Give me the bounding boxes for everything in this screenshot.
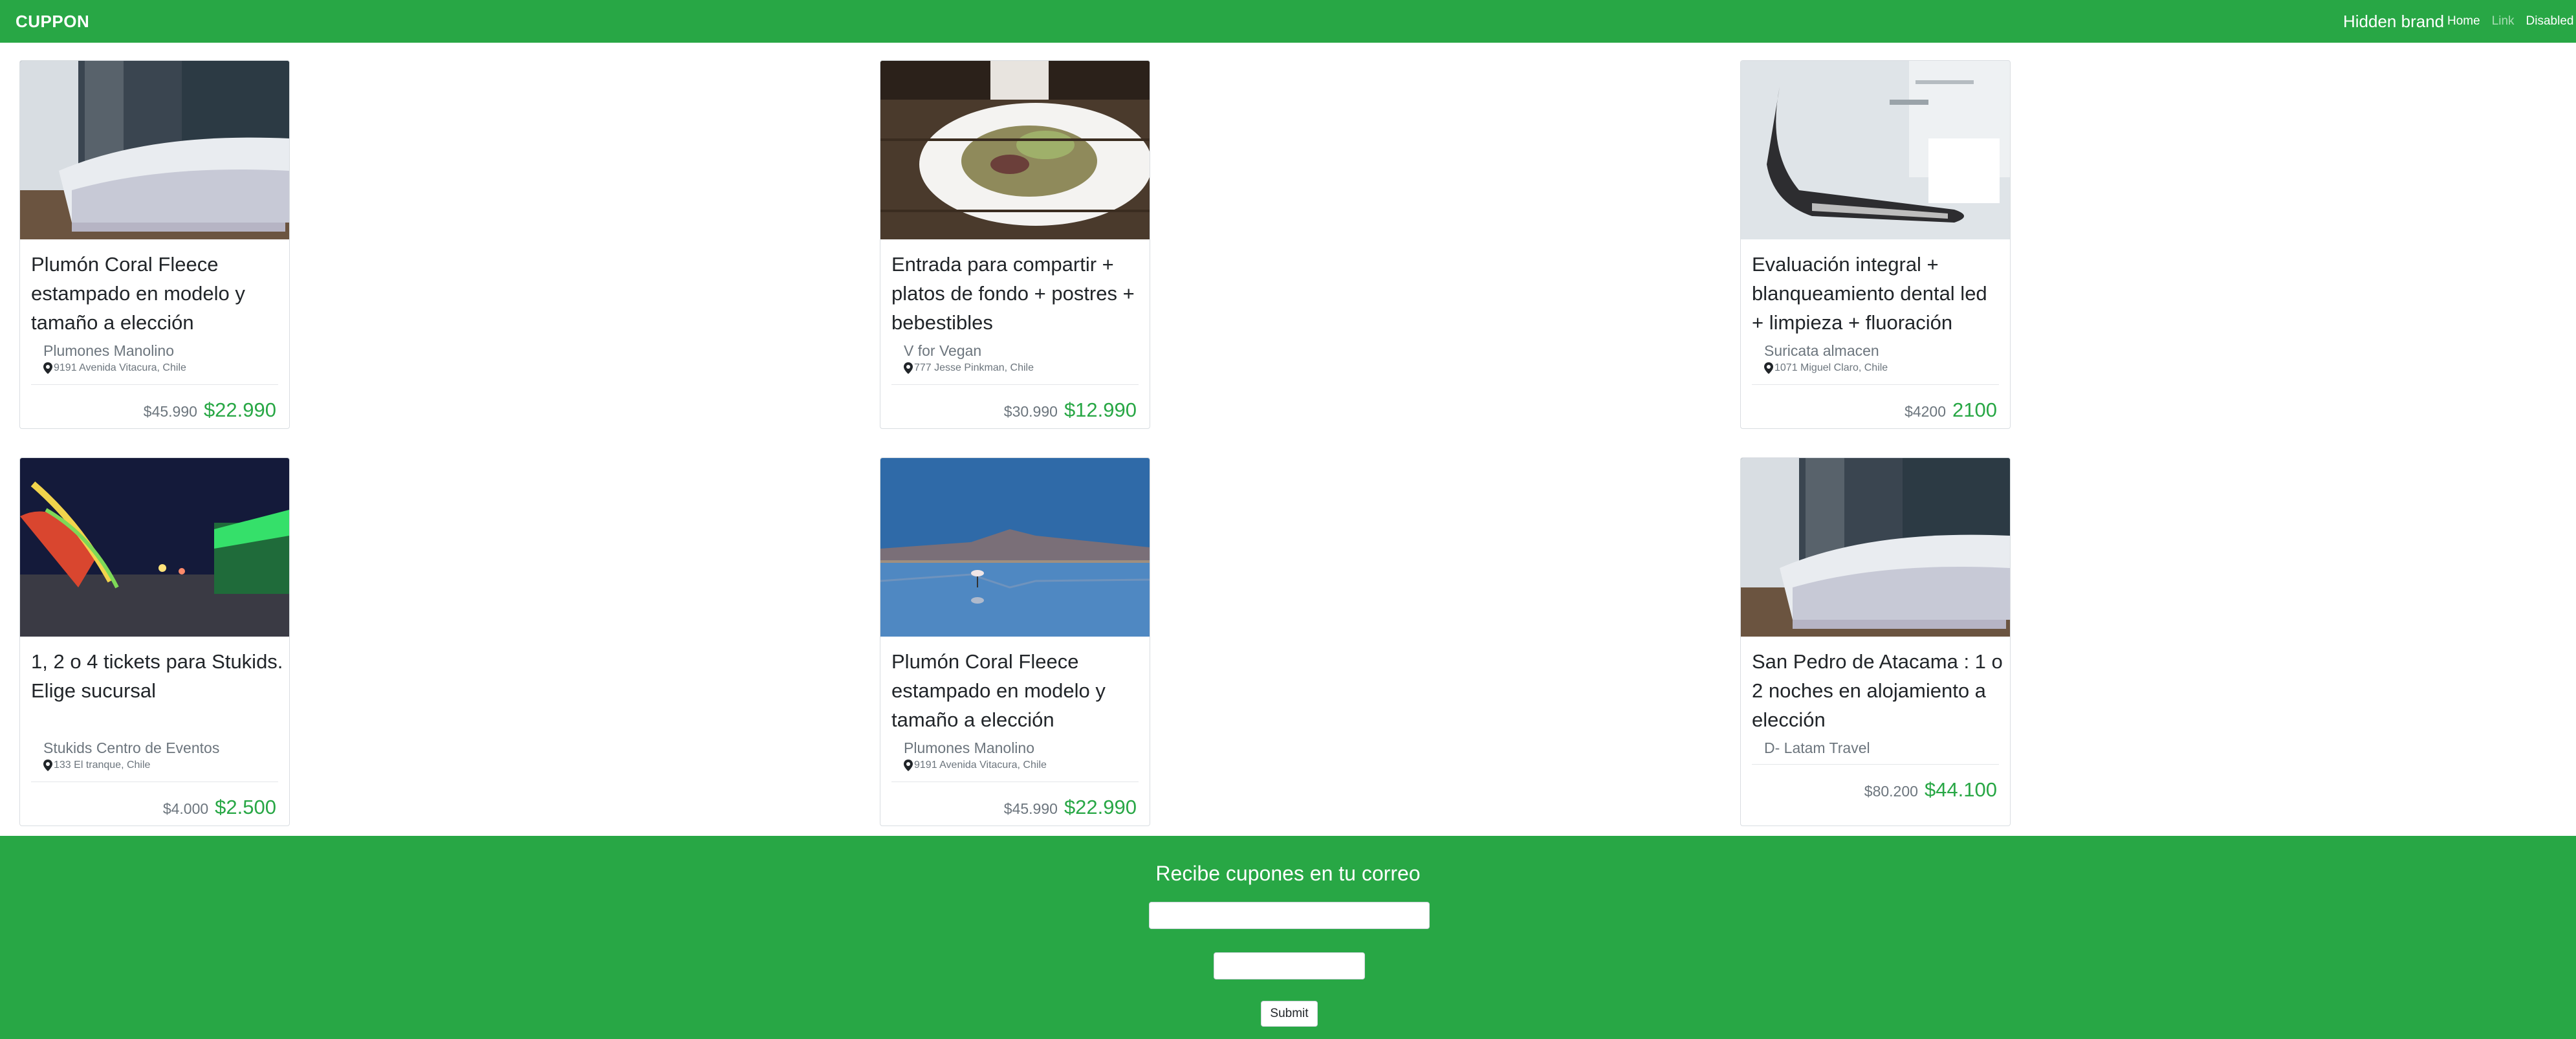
card-merchant: Stukids Centro de Eventos [43, 739, 220, 756]
old-price: $30.990 [1003, 403, 1058, 420]
email-field[interactable] [1149, 902, 1430, 929]
map-pin-icon [904, 362, 913, 374]
card-image-amusement-park[interactable] [20, 458, 289, 637]
card-title[interactable]: Entrada para compartir + platos de fondo… [891, 250, 1144, 337]
newsletter-title: Recibe cupones en tu correo [1155, 862, 1421, 885]
card-address-text: 9191 Avenida Vitacura, Chile [914, 760, 1047, 771]
card-address: 1071 Miguel Claro, Chile [1764, 362, 1888, 374]
nav-link-home[interactable]: Home [2447, 14, 2480, 28]
coupon-card[interactable]: San Pedro de Atacama : 1 o 2 noches en a… [1740, 457, 2011, 826]
new-price: $12.990 [1064, 399, 1137, 421]
card-address: 777 Jesse Pinkman, Chile [904, 362, 1034, 374]
card-address: 9191 Avenida Vitacura, Chile [904, 760, 1047, 771]
old-price: $80.200 [1864, 783, 1918, 800]
top-navbar: CUPPON Hidden brand Home Link Disabled [0, 0, 2576, 43]
card-title[interactable]: San Pedro de Atacama : 1 o 2 noches en a… [1752, 647, 2004, 734]
card-address-text: 133 El tranque, Chile [54, 760, 151, 771]
card-prices: $45.990 $22.990 [144, 399, 276, 422]
map-pin-icon [43, 760, 52, 771]
hidden-brand[interactable]: Hidden brand [2343, 12, 2444, 32]
old-price: $4200 [1905, 403, 1947, 420]
card-image-bedroom[interactable] [1741, 458, 2010, 637]
old-price: $45.990 [1003, 800, 1058, 817]
card-address-text: 777 Jesse Pinkman, Chile [914, 362, 1034, 373]
card-address: 133 El tranque, Chile [43, 760, 150, 771]
card-divider [31, 384, 278, 385]
map-pin-icon [43, 362, 52, 374]
nav-links: Home Link Disabled [2447, 14, 2573, 28]
map-pin-icon [1764, 362, 1773, 374]
coupon-card[interactable]: Plumón Coral Fleece estampado en modelo … [880, 457, 1150, 826]
card-address-text: 1071 Miguel Claro, Chile [1774, 362, 1888, 373]
coupon-card[interactable]: Plumón Coral Fleece estampado en modelo … [19, 60, 290, 429]
newsletter-footer: Recibe cupones en tu correo Submit [0, 836, 2576, 1039]
card-prices: $80.200 $44.100 [1864, 778, 1997, 802]
card-merchant: Plumones Manolino [904, 739, 1035, 756]
old-price: $45.990 [143, 403, 197, 420]
card-merchant: V for Vegan [904, 342, 982, 359]
card-divider [1752, 384, 1999, 385]
new-price: $2.500 [215, 796, 276, 818]
card-image-dental[interactable] [1741, 61, 2010, 239]
coupon-card[interactable]: 1, 2 o 4 tickets para Stukids. Elige suc… [19, 457, 290, 826]
coupon-card[interactable]: Entrada para compartir + platos de fondo… [880, 60, 1150, 429]
brand-logo[interactable]: CUPPON [16, 12, 89, 32]
nav-link-disabled: Disabled [2526, 14, 2574, 28]
old-price: $4.000 [162, 800, 209, 817]
new-price: $22.990 [1064, 796, 1137, 818]
secondary-field[interactable] [1214, 952, 1365, 979]
nav-link-link[interactable]: Link [2492, 14, 2515, 28]
card-title[interactable]: Evaluación integral + blanqueamiento den… [1752, 250, 2004, 337]
new-price: $44.100 [1924, 778, 1997, 801]
card-image-flamingo-lake[interactable] [880, 458, 1150, 637]
card-title[interactable]: 1, 2 o 4 tickets para Stukids. Elige suc… [31, 647, 283, 705]
card-prices: $4.000 $2.500 [163, 796, 276, 819]
map-pin-icon [904, 760, 913, 771]
card-title[interactable]: Plumón Coral Fleece estampado en modelo … [31, 250, 283, 337]
card-merchant: Suricata almacen [1764, 342, 1879, 359]
card-image-bedroom[interactable] [20, 61, 289, 239]
card-title[interactable]: Plumón Coral Fleece estampado en modelo … [891, 647, 1144, 734]
card-merchant: Plumones Manolino [43, 342, 175, 359]
card-prices: $30.990 $12.990 [1004, 399, 1137, 422]
card-address: 9191 Avenida Vitacura, Chile [43, 362, 186, 374]
submit-button[interactable]: Submit [1261, 1001, 1318, 1027]
card-prices: $45.990 $22.990 [1004, 796, 1137, 819]
card-image-salad[interactable] [880, 61, 1150, 239]
new-price: 2100 [1952, 399, 1997, 421]
card-divider [1752, 764, 1999, 765]
card-merchant: D- Latam Travel [1764, 739, 1870, 756]
coupon-card[interactable]: Evaluación integral + blanqueamiento den… [1740, 60, 2011, 429]
new-price: $22.990 [203, 399, 276, 421]
card-prices: $4200 2100 [1905, 399, 1997, 422]
card-address-text: 9191 Avenida Vitacura, Chile [54, 362, 186, 373]
card-divider [891, 384, 1139, 385]
